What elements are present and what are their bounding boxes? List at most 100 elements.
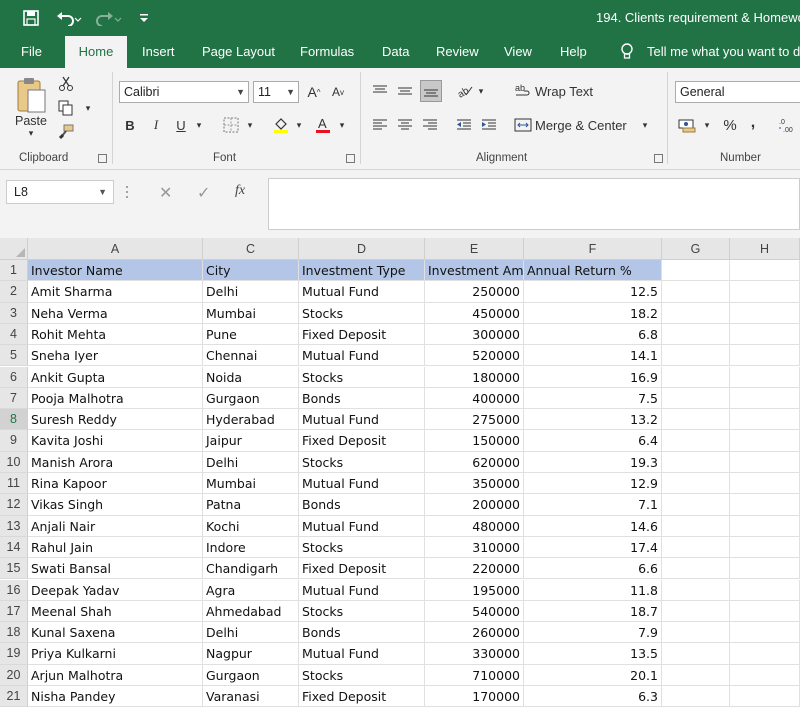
empty-cell[interactable] [730, 345, 800, 367]
investor-name-cell[interactable]: Pooja Malhotra [28, 387, 203, 410]
row-header[interactable]: 7 [0, 387, 28, 410]
annual-return-cell[interactable]: 13.5 [524, 643, 662, 665]
investment-type-cell[interactable]: Stocks [299, 664, 425, 686]
empty-cell[interactable] [730, 494, 800, 516]
percent-style-button[interactable]: % [720, 114, 740, 136]
align-center-icon[interactable] [395, 114, 415, 136]
tab-insert[interactable]: Insert [142, 36, 175, 68]
investor-name-cell[interactable]: Sneha Iyer [28, 345, 203, 367]
city-cell[interactable]: Noida [203, 366, 299, 388]
row-header[interactable]: 20 [0, 664, 28, 686]
investment-type-cell[interactable]: Mutual Fund [299, 409, 425, 431]
investor-name-cell[interactable]: Meenal Shah [28, 600, 203, 623]
middle-align-icon[interactable] [395, 80, 415, 102]
font-color-chevron-down-icon[interactable]: ▾ [336, 114, 348, 136]
empty-cell[interactable] [730, 473, 800, 495]
insert-function-icon[interactable]: fx [235, 183, 245, 199]
italic-button[interactable]: I [147, 114, 165, 136]
header-cell[interactable]: Investor Name [28, 260, 203, 282]
empty-cell[interactable] [662, 515, 730, 537]
row-header[interactable]: 15 [0, 558, 28, 580]
empty-cell[interactable] [662, 473, 730, 495]
investor-name-cell[interactable]: Rina Kapoor [28, 473, 203, 495]
tab-view[interactable]: View [504, 36, 532, 68]
city-cell[interactable]: Pune [203, 323, 299, 346]
investment-type-cell[interactable]: Mutual Fund [299, 281, 425, 303]
row-header[interactable]: 21 [0, 686, 28, 708]
investment-amount-cell[interactable]: 300000 [425, 323, 524, 346]
undo-icon[interactable] [52, 6, 86, 30]
comma-style-button[interactable]: , [746, 112, 760, 134]
underline-button[interactable]: U [172, 114, 190, 136]
city-cell[interactable]: Patna [203, 494, 299, 516]
investment-type-cell[interactable]: Fixed Deposit [299, 686, 425, 708]
investor-name-cell[interactable]: Deepak Yadav [28, 579, 203, 601]
investor-name-cell[interactable]: Priya Kulkarni [28, 643, 203, 665]
empty-cell[interactable] [662, 260, 730, 282]
city-cell[interactable]: Delhi [203, 281, 299, 303]
investment-amount-cell[interactable]: 220000 [425, 558, 524, 580]
empty-cell[interactable] [662, 622, 730, 644]
investment-amount-cell[interactable]: 250000 [425, 281, 524, 303]
annual-return-cell[interactable]: 17.4 [524, 536, 662, 559]
format-painter-icon[interactable] [56, 122, 76, 142]
annual-return-cell[interactable]: 6.3 [524, 686, 662, 708]
investment-amount-cell[interactable]: 480000 [425, 515, 524, 537]
investment-amount-cell[interactable]: 620000 [425, 451, 524, 473]
empty-cell[interactable] [730, 622, 800, 644]
city-cell[interactable]: Gurgaon [203, 387, 299, 410]
investment-type-cell[interactable]: Fixed Deposit [299, 558, 425, 580]
redo-icon[interactable] [92, 6, 126, 30]
column-header-g[interactable]: G [662, 238, 730, 260]
annual-return-cell[interactable]: 16.9 [524, 366, 662, 388]
empty-cell[interactable] [730, 643, 800, 665]
annual-return-cell[interactable]: 19.3 [524, 451, 662, 473]
row-header[interactable]: 12 [0, 494, 28, 516]
city-cell[interactable]: Chandigarh [203, 558, 299, 580]
bottom-align-icon[interactable] [420, 80, 442, 102]
cut-icon[interactable] [56, 74, 76, 94]
investment-amount-cell[interactable]: 400000 [425, 387, 524, 410]
annual-return-cell[interactable]: 6.4 [524, 430, 662, 452]
empty-cell[interactable] [662, 281, 730, 303]
column-header-e[interactable]: E [425, 238, 524, 260]
investment-amount-cell[interactable]: 710000 [425, 664, 524, 686]
row-header[interactable]: 9 [0, 430, 28, 452]
tab-help[interactable]: Help [560, 36, 587, 68]
empty-cell[interactable] [730, 409, 800, 431]
investment-amount-cell[interactable]: 150000 [425, 430, 524, 452]
city-cell[interactable]: Varanasi [203, 686, 299, 708]
investment-amount-cell[interactable]: 540000 [425, 600, 524, 623]
empty-cell[interactable] [662, 686, 730, 708]
tab-home[interactable]: Home [65, 36, 127, 68]
row-header[interactable]: 18 [0, 622, 28, 644]
fill-color-icon[interactable] [270, 114, 292, 136]
enter-check-icon[interactable]: ✓ [197, 183, 210, 203]
row-header[interactable]: 6 [0, 366, 28, 388]
annual-return-cell[interactable]: 7.5 [524, 387, 662, 410]
annual-return-cell[interactable]: 12.5 [524, 281, 662, 303]
investment-type-cell[interactable]: Stocks [299, 366, 425, 388]
empty-cell[interactable] [730, 579, 800, 601]
empty-cell[interactable] [730, 387, 800, 410]
splitter-dots[interactable] [125, 184, 129, 200]
header-cell[interactable]: Annual Return % [524, 260, 662, 282]
empty-cell[interactable] [662, 664, 730, 686]
increase-decimal-icon[interactable]: .0.00 [778, 114, 798, 136]
empty-cell[interactable] [730, 686, 800, 708]
investor-name-cell[interactable]: Nisha Pandey [28, 686, 203, 708]
empty-cell[interactable] [662, 430, 730, 452]
paste-chevron-down-icon[interactable]: ▾ [26, 128, 36, 138]
empty-cell[interactable] [730, 451, 800, 473]
decrease-font-size-icon[interactable]: Av [328, 81, 348, 103]
customize-quick-access-icon[interactable] [136, 6, 152, 30]
empty-cell[interactable] [662, 494, 730, 516]
column-header-c[interactable]: C [203, 238, 299, 260]
borders-chevron-down-icon[interactable]: ▾ [244, 114, 256, 136]
investment-type-cell[interactable]: Bonds [299, 494, 425, 516]
formula-input[interactable] [268, 178, 800, 230]
investment-amount-cell[interactable]: 170000 [425, 686, 524, 708]
accounting-chevron-down-icon[interactable]: ▾ [702, 114, 712, 136]
annual-return-cell[interactable]: 14.6 [524, 515, 662, 537]
align-left-icon[interactable] [370, 114, 390, 136]
